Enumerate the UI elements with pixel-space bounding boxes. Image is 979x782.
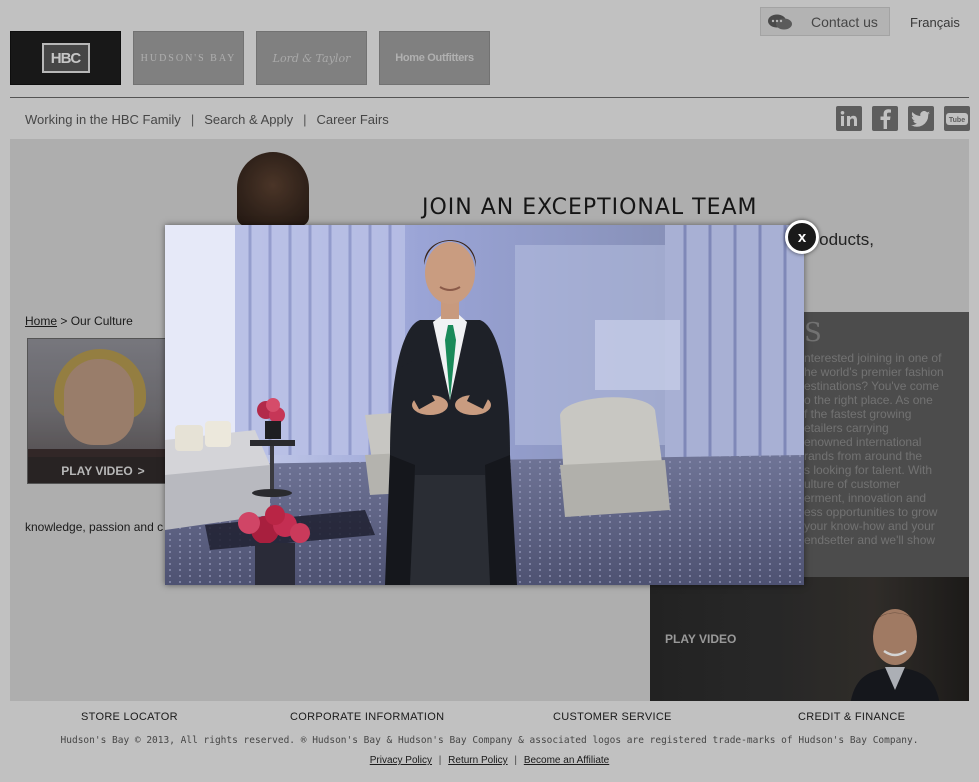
modal-close-button[interactable]: x — [785, 220, 819, 254]
video-frame — [165, 225, 804, 585]
video-player-modal[interactable] — [165, 225, 804, 585]
